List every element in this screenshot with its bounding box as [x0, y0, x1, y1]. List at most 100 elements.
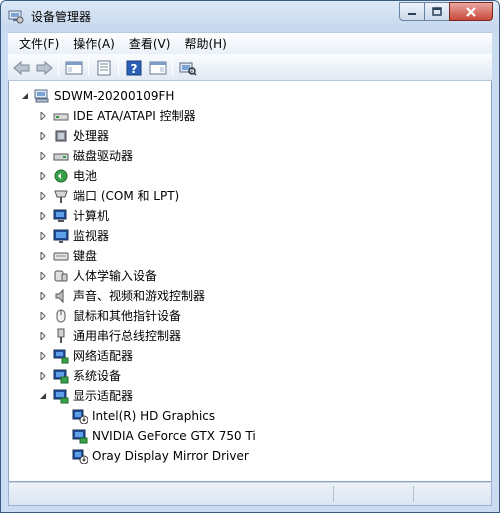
- mouse-icon: [56, 309, 66, 323]
- menu-help[interactable]: 帮助(H): [177, 34, 233, 54]
- device-manager-icon: [8, 10, 24, 24]
- speaker-icon: [55, 288, 64, 304]
- tree-root[interactable]: SDWM-20200109FH: [9, 86, 493, 106]
- tree-category-label: 电池: [73, 169, 98, 183]
- expand-arrow-icon[interactable]: [38, 131, 47, 140]
- collapse-arrow-icon[interactable]: [38, 391, 47, 400]
- tree-category-keyboards[interactable]: 键盘: [9, 246, 493, 266]
- console-tree-icon: [65, 61, 83, 74]
- expand-arrow-icon[interactable]: [38, 191, 47, 200]
- tree-category-label: 系统设备: [73, 369, 122, 383]
- svg-text:?: ?: [131, 62, 138, 76]
- help-icon: ?: [126, 60, 142, 76]
- expand-arrow-icon[interactable]: [38, 211, 47, 220]
- tree-device-nvidia-gtx-750ti[interactable]: NVIDIA GeForce GTX 750 Ti: [9, 426, 493, 446]
- keyboard-icon: [53, 252, 69, 261]
- computer-icon: [34, 89, 49, 103]
- tree-category-label: 网络适配器: [73, 349, 134, 363]
- tree-category-ports[interactable]: 端口 (COM 和 LPT): [9, 186, 493, 206]
- tree-category-label: 监视器: [73, 229, 110, 243]
- properties-icon: [97, 60, 111, 75]
- expand-arrow-icon[interactable]: [38, 331, 47, 340]
- expand-arrow-icon[interactable]: [38, 231, 47, 240]
- tree-device-intel-hd-graphics[interactable]: Intel(R) HD Graphics: [9, 406, 493, 426]
- title-bar[interactable]: 设备管理器: [1, 1, 499, 31]
- action-pane-icon: [149, 61, 167, 74]
- tree-device-oray-mirror-driver[interactable]: Oray Display Mirror Driver: [9, 446, 493, 466]
- display-adapter-warning-icon: [72, 449, 88, 464]
- tree-category-label: 声音、视频和游戏控制器: [73, 289, 206, 303]
- scan-hardware-icon: [179, 62, 197, 76]
- port-icon: [54, 190, 68, 203]
- expand-arrow-icon[interactable]: [38, 311, 47, 320]
- expand-arrow-icon[interactable]: [38, 111, 47, 120]
- minimize-button[interactable]: [399, 2, 425, 21]
- close-button[interactable]: [449, 2, 493, 21]
- menu-action[interactable]: 操作(A): [66, 34, 122, 54]
- tree-category-label: 计算机: [73, 209, 110, 223]
- tree-device-label: NVIDIA GeForce GTX 750 Ti: [92, 429, 256, 443]
- menu-bar: 文件(F) 操作(A) 查看(V) 帮助(H): [8, 32, 492, 54]
- back-arrow-icon: [13, 60, 30, 75]
- tree-category-label: 端口 (COM 和 LPT): [73, 189, 180, 203]
- tree-category-mice[interactable]: 鼠标和其他指针设备: [9, 306, 493, 326]
- tree-category-processor[interactable]: 处理器: [9, 126, 493, 146]
- tree-device-label: Intel(R) HD Graphics: [92, 409, 216, 423]
- collapse-arrow-icon[interactable]: [20, 91, 29, 100]
- network-adapter-icon: [53, 349, 69, 364]
- tree-category-disk-drives[interactable]: 磁盘驱动器: [9, 146, 493, 166]
- display-adapter-icon: [53, 389, 69, 404]
- tree-category-label: 处理器: [73, 129, 110, 143]
- expand-arrow-icon[interactable]: [38, 271, 47, 280]
- help-button[interactable]: ?: [124, 58, 144, 77]
- battery-icon: [54, 169, 68, 183]
- expand-arrow-icon[interactable]: [38, 291, 47, 300]
- maximize-button[interactable]: [424, 2, 450, 21]
- tree-category-label: 显示适配器: [73, 389, 134, 403]
- minimize-icon: [408, 12, 416, 15]
- tree-category-sound[interactable]: 声音、视频和游戏控制器: [9, 286, 493, 306]
- tree-category-label: IDE ATA/ATAPI 控制器: [73, 109, 196, 123]
- tree-category-monitors[interactable]: 监视器: [9, 226, 493, 246]
- disk-drive-icon: [53, 153, 69, 161]
- system-device-icon: [53, 369, 69, 384]
- tree-category-system-devices[interactable]: 系统设备: [9, 366, 493, 386]
- expand-arrow-icon[interactable]: [38, 371, 47, 380]
- expand-arrow-icon[interactable]: [38, 171, 47, 180]
- maximize-icon: [432, 7, 442, 16]
- expand-arrow-icon[interactable]: [38, 151, 47, 160]
- expand-arrow-icon[interactable]: [38, 351, 47, 360]
- tree-category-label: 鼠标和其他指针设备: [73, 309, 182, 323]
- tree-category-battery[interactable]: 电池: [9, 166, 493, 186]
- scan-hardware-changes-button[interactable]: [178, 58, 198, 77]
- forward-arrow-icon: [36, 60, 53, 75]
- tree-category-usb[interactable]: 通用串行总线控制器: [9, 326, 493, 346]
- properties-button[interactable]: [94, 58, 114, 77]
- window-title: 设备管理器: [31, 10, 92, 24]
- tree-category-display-adapters[interactable]: 显示适配器: [9, 386, 493, 406]
- display-adapter-warning-icon: [72, 409, 88, 424]
- close-icon: [466, 6, 476, 17]
- toolbar: ?: [8, 54, 492, 81]
- show-hide-console-tree-button[interactable]: [64, 58, 84, 77]
- device-manager-window: 设备管理器 文件(F) 操作(A) 查看(V) 帮助(H) ? SDWM-202…: [0, 0, 500, 513]
- expand-arrow-icon[interactable]: [38, 251, 47, 260]
- menu-view[interactable]: 查看(V): [122, 34, 178, 54]
- tree-category-label: 键盘: [73, 249, 98, 263]
- menu-file[interactable]: 文件(F): [12, 34, 66, 54]
- tree-device-label: Oray Display Mirror Driver: [92, 449, 249, 463]
- usb-icon: [57, 328, 65, 343]
- tree-category-computer[interactable]: 计算机: [9, 206, 493, 226]
- device-tree[interactable]: SDWM-20200109FH IDE ATA/ATAPI 控制器 处理器 磁盘…: [8, 81, 492, 482]
- back-button[interactable]: [12, 58, 32, 77]
- computer-icon: [53, 209, 67, 222]
- tree-category-hid[interactable]: 人体学输入设备: [9, 266, 493, 286]
- show-action-pane-button[interactable]: [148, 58, 168, 77]
- tree-category-network[interactable]: 网络适配器: [9, 346, 493, 366]
- tree-category-ide[interactable]: IDE ATA/ATAPI 控制器: [9, 106, 493, 126]
- status-bar: [8, 482, 492, 506]
- tree-category-label: 通用串行总线控制器: [73, 329, 182, 343]
- processor-icon: [55, 130, 67, 142]
- forward-button[interactable]: [34, 58, 54, 77]
- monitor-icon: [53, 229, 69, 243]
